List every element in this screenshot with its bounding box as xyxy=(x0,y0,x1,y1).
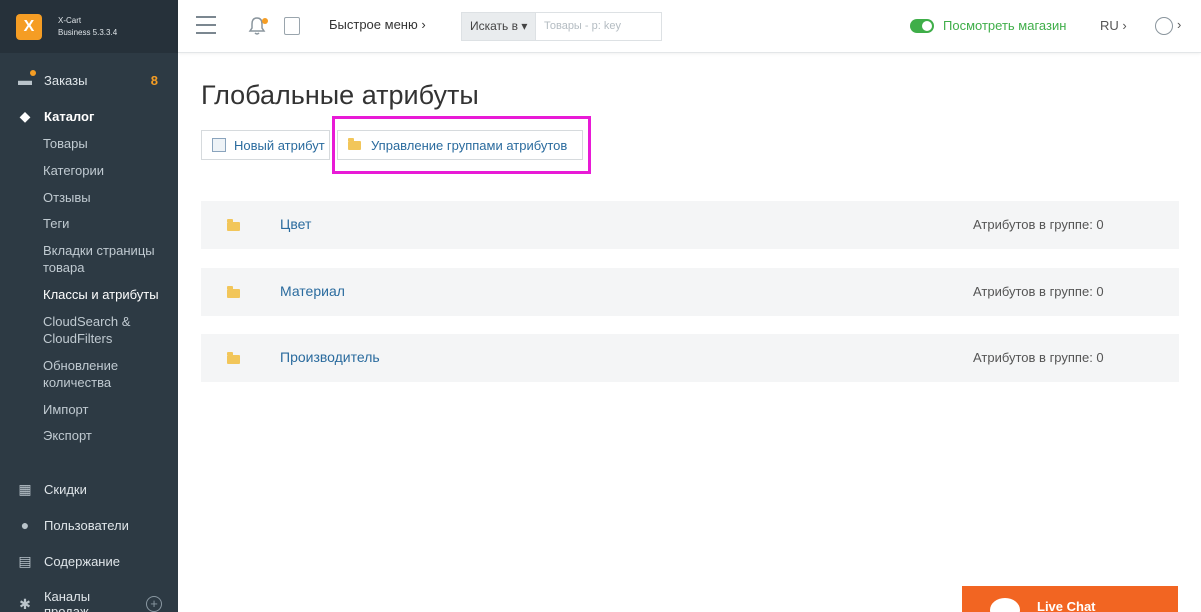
bell-icon[interactable] xyxy=(248,16,268,36)
sales-channels-icon: ✱ xyxy=(19,595,31,612)
group-attribute-count: Атрибутов в группе: 0 xyxy=(973,284,1104,299)
top-header: Быстрое меню › Искать в ▾ Товары - p: ke… xyxy=(178,0,1201,53)
gift-icon: ▦ xyxy=(18,480,32,497)
group-name[interactable]: Производитель xyxy=(280,349,380,365)
group-attribute-count: Атрибутов в группе: 0 xyxy=(973,217,1104,232)
calculator-icon[interactable] xyxy=(284,17,300,35)
page-title: Глобальные атрибуты xyxy=(201,80,479,110)
sidebar-subitem-export[interactable]: Экспорт xyxy=(43,427,168,444)
sidebar-subitem-quantity-update[interactable]: Обновление количества xyxy=(43,357,168,391)
sidebar-subitem-products[interactable]: Товары xyxy=(43,135,168,152)
new-attribute-label: Новый атрибут xyxy=(234,137,325,153)
new-attribute-button[interactable]: Новый атрибут xyxy=(201,130,330,160)
sidebar-item-users[interactable]: ● Пользователи xyxy=(16,517,162,533)
sidebar-item-label: Каналы продаж xyxy=(43,589,91,612)
sidebar-item-sales-channels[interactable]: ✱ Каналы продаж + xyxy=(16,589,163,612)
sidebar-item-label: Пользователи xyxy=(44,517,129,533)
quick-menu-button[interactable]: Быстрое меню › xyxy=(329,17,426,32)
brand-text: X-Cart Business 5.3.3.4 xyxy=(58,15,117,39)
xcart-logo-icon: X xyxy=(16,13,42,40)
sidebar-item-label: Каталог xyxy=(44,108,95,124)
user-avatar-icon[interactable] xyxy=(1155,17,1173,35)
orders-count-badge: 8 xyxy=(150,72,158,88)
sidebar-subitem-tags[interactable]: Теги xyxy=(43,215,168,232)
highlight-box xyxy=(332,116,591,174)
menu-toggle-icon[interactable] xyxy=(196,16,216,34)
notification-dot xyxy=(30,70,36,76)
brand[interactable]: X X-Cart Business 5.3.3.4 xyxy=(0,0,178,53)
sidebar-subitem-classes-attributes[interactable]: Классы и атрибуты xyxy=(43,286,168,303)
sidebar-subitem-product-tabs[interactable]: Вкладки страницы товара xyxy=(43,242,168,276)
group-name[interactable]: Цвет xyxy=(280,216,311,232)
attribute-group-row[interactable]: Производитель Атрибутов в группе: 0 xyxy=(201,334,1179,382)
content-icon: ▤ xyxy=(18,552,32,569)
add-channel-icon[interactable]: + xyxy=(146,596,163,612)
live-chat-label: Live Chat xyxy=(1037,599,1096,612)
orders-icon: ▬ xyxy=(16,70,36,88)
folder-icon xyxy=(227,219,240,231)
notification-dot xyxy=(262,18,268,24)
folder-icon xyxy=(227,352,240,364)
view-store-link[interactable]: Посмотреть магазин xyxy=(943,18,1066,33)
sidebar-subitem-import[interactable]: Импорт xyxy=(43,401,168,418)
sidebar-subitem-cloudsearch[interactable]: CloudSearch & CloudFilters xyxy=(43,313,168,347)
live-chat-button[interactable]: Live Chat xyxy=(962,586,1178,612)
attribute-group-row[interactable]: Материал Атрибутов в группе: 0 xyxy=(201,268,1179,316)
store-toggle-icon[interactable] xyxy=(910,19,934,33)
language-selector[interactable]: RU › xyxy=(1100,18,1127,33)
user-menu-chevron[interactable]: › xyxy=(1177,17,1181,32)
document-icon xyxy=(212,138,226,152)
attribute-group-row[interactable]: Цвет Атрибутов в группе: 0 xyxy=(201,201,1179,249)
sidebar-item-content[interactable]: ▤ Содержание xyxy=(16,553,162,569)
sidebar-item-label: Скидки xyxy=(44,481,87,497)
folder-icon xyxy=(227,286,240,298)
tags-icon: ◆ xyxy=(19,107,31,124)
group-name[interactable]: Материал xyxy=(280,283,345,299)
sidebar-item-catalog[interactable]: ◆ Каталог xyxy=(16,108,162,124)
chat-bubble-icon xyxy=(990,598,1020,612)
sidebar-item-label: Содержание xyxy=(44,553,120,569)
sidebar-item-orders[interactable]: ▬ Заказы 8 xyxy=(16,70,162,88)
search-scope-select[interactable]: Искать в ▾ xyxy=(461,12,536,41)
group-attribute-count: Атрибутов в группе: 0 xyxy=(973,350,1104,365)
brand-name: X-Cart xyxy=(58,15,82,25)
sidebar: X X-Cart Business 5.3.3.4 ▬ Заказы 8 ◆ К… xyxy=(0,0,178,612)
brand-version: Business 5.3.3.4 xyxy=(58,27,118,37)
search-input[interactable]: Товары - p: key xyxy=(535,12,662,41)
sidebar-item-discounts[interactable]: ▦ Скидки xyxy=(16,481,162,497)
sidebar-subitem-categories[interactable]: Категории xyxy=(43,162,168,179)
sidebar-subitem-reviews[interactable]: Отзывы xyxy=(43,189,168,206)
users-icon: ● xyxy=(20,517,30,533)
sidebar-item-label: Заказы xyxy=(44,72,88,88)
